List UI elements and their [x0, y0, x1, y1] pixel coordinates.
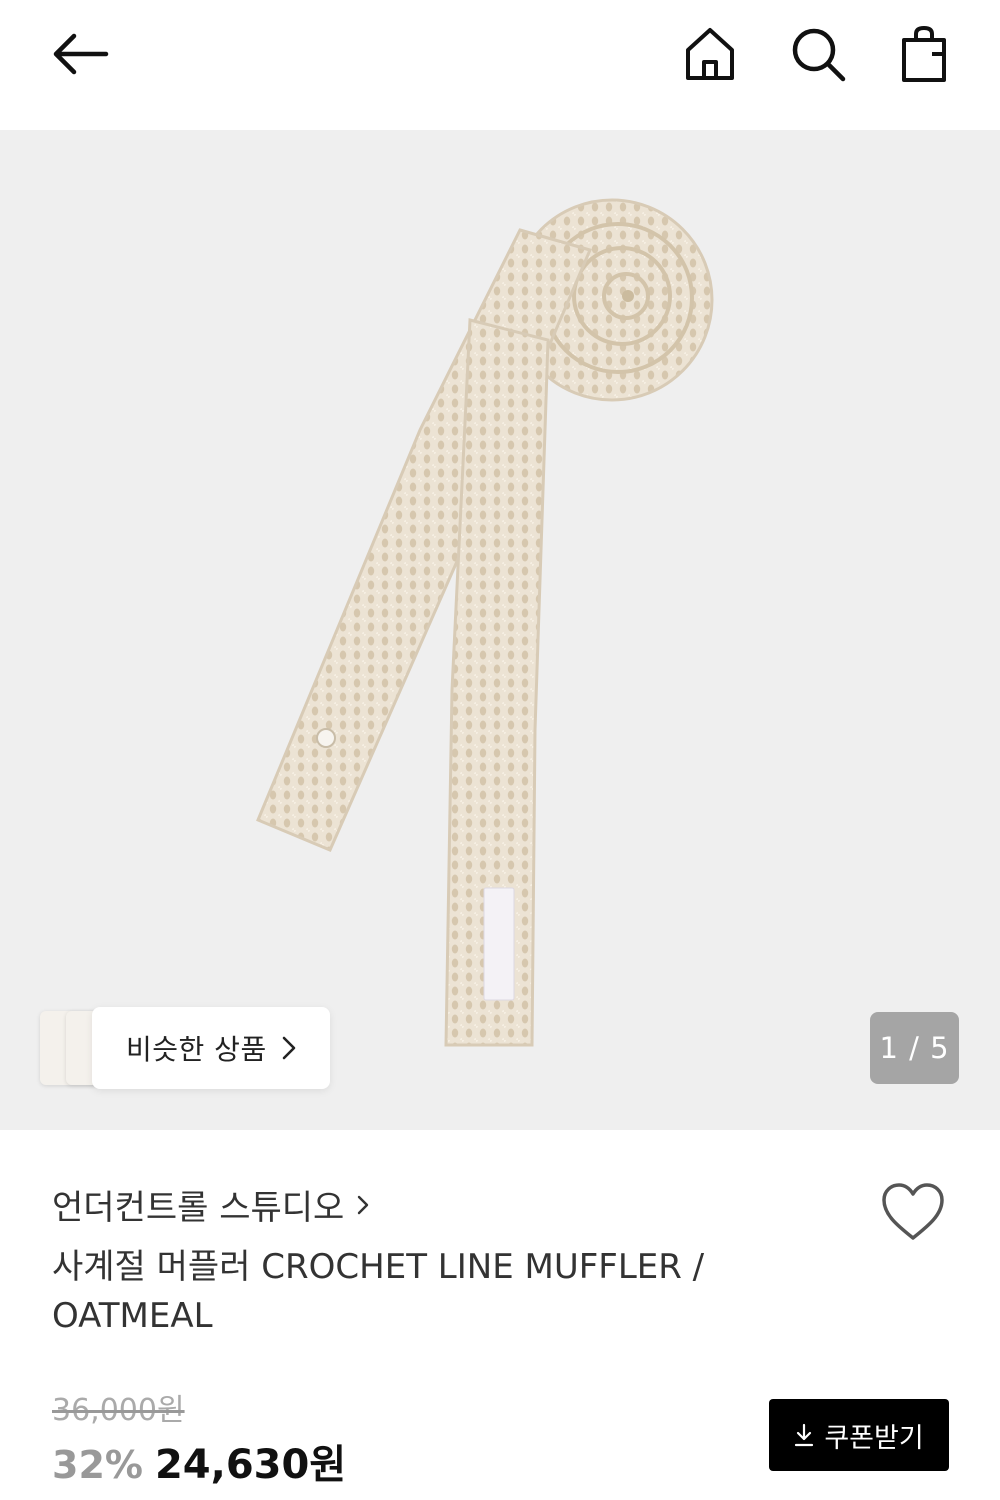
- similar-products-label: 비슷한 상품: [126, 1033, 267, 1066]
- discount-rate: 32%: [52, 1443, 143, 1487]
- home-button[interactable]: [678, 22, 742, 86]
- cart-button[interactable]: [892, 22, 956, 86]
- download-icon: [795, 1423, 814, 1447]
- top-navigation-bar: [0, 0, 1000, 130]
- shopping-bag-icon: [902, 25, 946, 82]
- price-row: 32% 24,630원: [52, 1432, 346, 1490]
- similar-products-button[interactable]: 비슷한 상품: [40, 1007, 330, 1089]
- sale-price: 24,630원: [154, 1442, 347, 1488]
- search-icon: [792, 28, 846, 82]
- image-counter: 1 / 5: [870, 1012, 959, 1084]
- coupon-label: 쿠폰받기: [824, 1422, 924, 1454]
- wishlist-button[interactable]: [878, 1180, 948, 1244]
- product-info: 언더컨트롤 스튜디오 사계절 머플러 CROCHET LINE MUFFLER …: [0, 1130, 1000, 1500]
- chevron-right-icon: [282, 1036, 296, 1060]
- arrow-left-icon: [53, 33, 109, 75]
- chevron-right-icon: [358, 1195, 369, 1214]
- brand-name: 언더컨트롤 스튜디오: [52, 1188, 345, 1228]
- back-button[interactable]: [48, 22, 112, 86]
- product-image-gallery[interactable]: 비슷한 상품 1 / 5: [0, 130, 1000, 1130]
- brand-link[interactable]: 언더컨트롤 스튜디오: [52, 1180, 370, 1229]
- original-price: 36,000원: [52, 1393, 185, 1428]
- similar-products-pill[interactable]: 비슷한 상품: [92, 1007, 330, 1089]
- search-button[interactable]: [786, 22, 850, 86]
- product-title: 사계절 머플러 CROCHET LINE MUFFLER / OATMEAL: [52, 1247, 705, 1336]
- heart-outline-icon: [882, 1183, 944, 1240]
- get-coupon-button[interactable]: 쿠폰받기: [769, 1399, 949, 1471]
- home-icon: [686, 28, 734, 80]
- product-image-muffler: [256, 198, 714, 1047]
